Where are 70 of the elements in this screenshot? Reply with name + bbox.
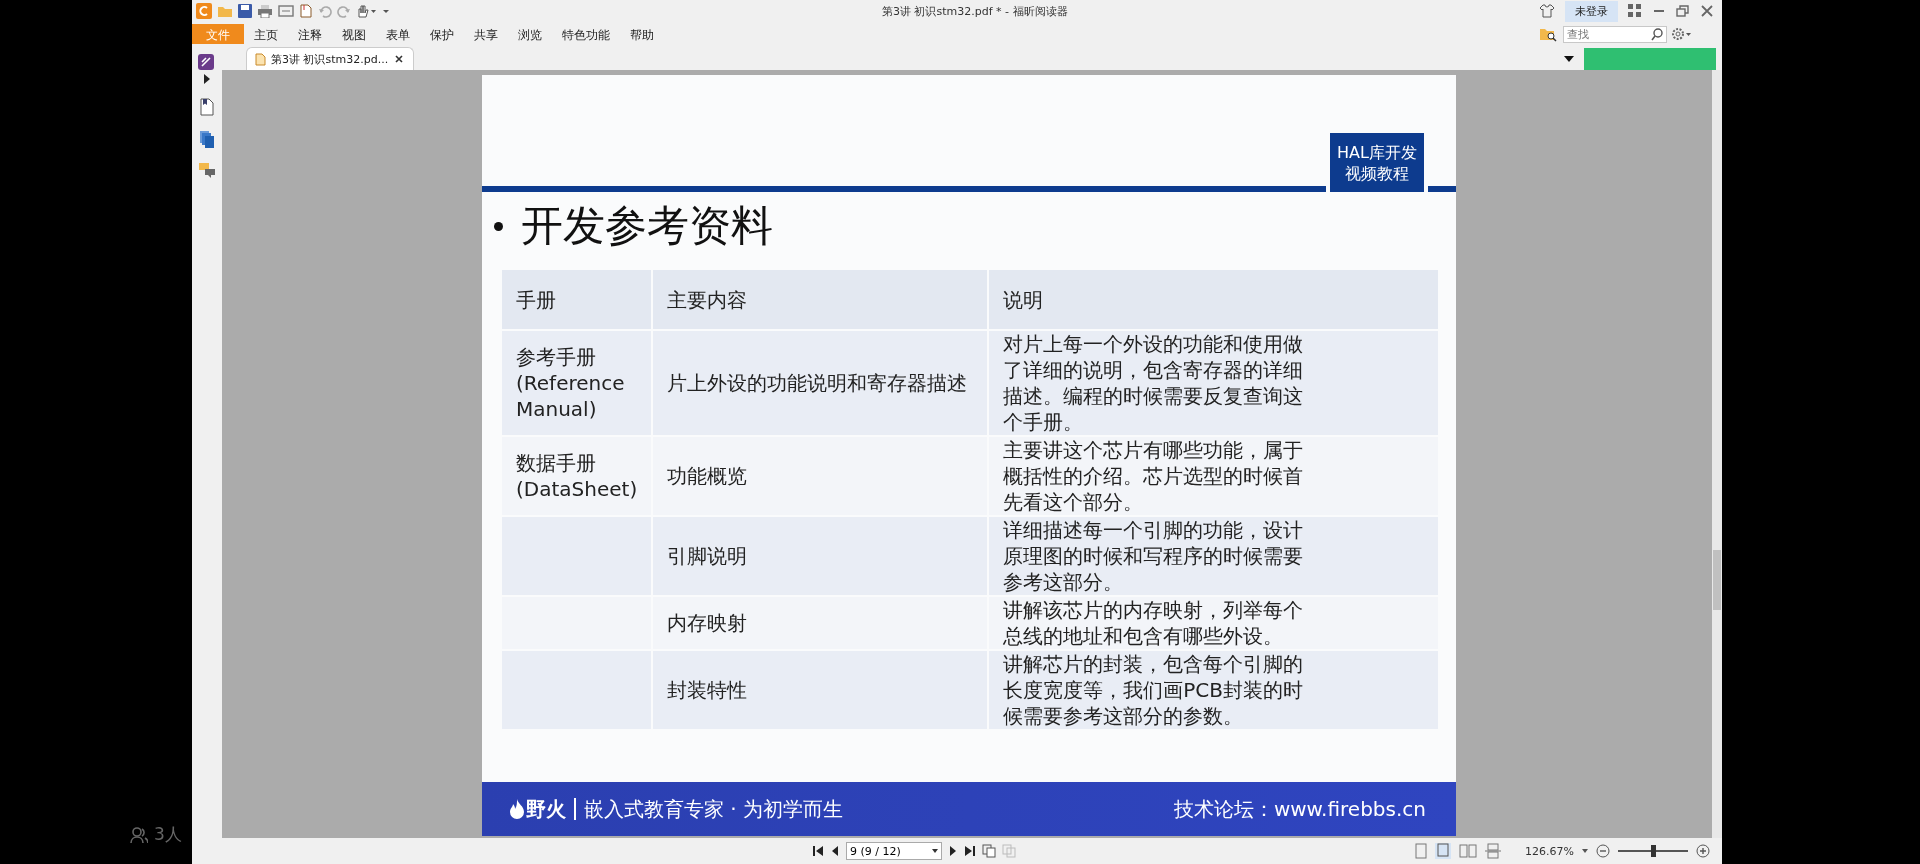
badge-text: HAL库开发 <box>1337 141 1417 163</box>
column-header: 主要内容 <box>652 269 989 330</box>
menu-item[interactable]: 特色功能 <box>552 24 620 44</box>
menu-item[interactable]: 共享 <box>464 24 508 44</box>
menu-item[interactable]: 浏览 <box>508 24 552 44</box>
table-cell-text: 讲解该芯片的内存映射，列举每个总线的地址和包含有哪些外设。 <box>1003 597 1305 649</box>
slide-title: 开发参考资料 <box>521 200 773 252</box>
table-cell-text: 对片上每一个外设的功能和使用做了详细的说明，包含寄存器的详细描述。编程的时候需要反复查询这个手册。 <box>1003 331 1305 435</box>
split-view-icon[interactable] <box>1485 843 1502 859</box>
expand-icon[interactable] <box>203 74 211 84</box>
dropdown-icon[interactable] <box>1564 55 1574 63</box>
window-title: 第3讲 初识stm32.pdf * - 福昕阅读器 <box>882 4 1068 19</box>
table-cell-text: 讲解芯片的封装，包含每个引脚的长度宽度等，我们画PCB封装的时候需要参考这部分的参数。 <box>1003 651 1305 729</box>
document-tab[interactable]: 第3讲 初识stm32.pd... <box>246 47 415 70</box>
table-cell-text: 详细描述每一个引脚的功能，设计原理图的时候和写程序的时候需要参考这部分。 <box>1003 517 1305 595</box>
last-page-icon[interactable] <box>964 845 976 857</box>
table-cell: 引脚说明 <box>652 516 989 596</box>
comments-icon[interactable] <box>198 162 216 178</box>
bullet-icon <box>494 221 503 231</box>
save-icon[interactable] <box>238 4 252 18</box>
pages-icon[interactable] <box>199 130 215 148</box>
flame-icon <box>508 798 526 820</box>
next-page-icon[interactable] <box>948 845 958 857</box>
bookmark-page-icon[interactable] <box>200 98 214 116</box>
menu-item[interactable]: 主页 <box>244 24 288 44</box>
slogan: 嵌入式教育专家 · 为初学而生 <box>584 795 844 823</box>
shirt-icon[interactable] <box>1539 3 1555 19</box>
table-cell: 片上外设的功能说明和寄存器描述 <box>652 330 989 436</box>
zoom-out-icon[interactable] <box>1596 844 1610 858</box>
first-page-icon[interactable] <box>812 845 824 857</box>
login-button[interactable]: 未登录 <box>1565 0 1618 22</box>
pdf-file-icon <box>255 52 266 66</box>
document-icon[interactable] <box>299 4 313 18</box>
zoom-slider[interactable] <box>1650 845 1656 857</box>
viewers-icon <box>130 825 148 844</box>
menu-item[interactable]: 视图 <box>332 24 376 44</box>
table-cell: 功能概览 <box>652 436 989 516</box>
facing-pages-icon[interactable] <box>1459 843 1478 859</box>
close-icon[interactable] <box>393 53 406 65</box>
table-cell-text: 主要讲这个芯片有哪些功能，属于概括性的介绍。芯片选型的时候首先看这个部分。 <box>1003 437 1305 515</box>
copy-page-icon[interactable] <box>982 844 996 858</box>
app-logo-icon[interactable] <box>198 54 214 70</box>
caret-icon[interactable] <box>932 849 938 853</box>
menu-item[interactable]: 帮助 <box>620 24 664 44</box>
brand-name: 野火 <box>526 795 566 823</box>
column-header: 手册 <box>501 269 653 330</box>
table-cell: 数据手册 (DataSheet) <box>501 436 653 516</box>
menu-item[interactable]: 表单 <box>376 24 420 44</box>
page-field[interactable]: 9 (9 / 12) <box>846 842 942 860</box>
restore-icon[interactable] <box>1676 4 1690 18</box>
viewer-count: 3人 <box>154 823 182 846</box>
scrollbar[interactable] <box>1712 70 1722 838</box>
table-cell: 封装特性 <box>652 650 989 730</box>
zoom-in-icon[interactable] <box>1696 844 1710 858</box>
previous-page-icon[interactable] <box>830 845 840 857</box>
column-header: 说明 <box>988 269 1439 330</box>
grid-icon[interactable] <box>1628 4 1642 18</box>
print-icon[interactable] <box>257 4 273 18</box>
table-cell: 参考手册 (Reference Manual) <box>501 330 653 436</box>
badge-text: 视频教程 <box>1345 162 1409 184</box>
menu-item[interactable]: 注释 <box>288 24 332 44</box>
hand-icon[interactable] <box>356 4 378 18</box>
table-cell: 内存映射 <box>652 596 989 650</box>
settings-icon[interactable] <box>1670 26 1692 42</box>
zoom-value: 126.67% <box>1525 844 1574 858</box>
app-logo-icon <box>196 3 212 19</box>
folder-search-icon[interactable] <box>1539 26 1557 42</box>
menu-item[interactable]: 保护 <box>420 24 464 44</box>
caret-icon[interactable] <box>1582 848 1588 854</box>
search-field[interactable]: 查找 <box>1563 25 1667 43</box>
